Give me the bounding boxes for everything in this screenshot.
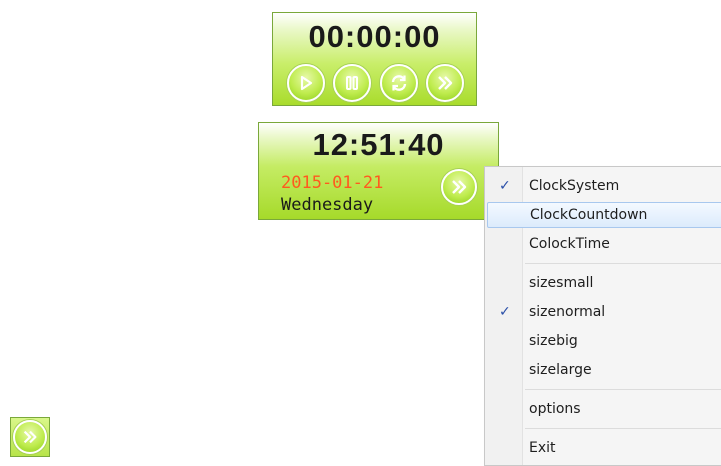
clock-date: 2015-01-21 <box>281 173 384 193</box>
menu-item-label: sizebig <box>529 333 578 349</box>
clock-weekday: Wednesday <box>281 195 374 215</box>
refresh-icon <box>391 75 406 91</box>
context-menu: ✓ ClockSystem ClockCountdown ColockTime … <box>484 166 721 466</box>
menu-separator <box>525 428 721 429</box>
play-icon <box>300 75 313 91</box>
menu-separator <box>525 389 721 390</box>
pause-icon <box>346 76 359 90</box>
stopwatch-time: 00:00:00 <box>308 19 441 54</box>
forward-button[interactable] <box>425 64 464 102</box>
check-icon: ✓ <box>499 178 511 194</box>
pause-button[interactable] <box>333 64 372 102</box>
reset-button[interactable] <box>379 64 418 102</box>
menu-item-label: ColockTime <box>529 236 610 252</box>
menu-item-options[interactable]: options <box>487 396 721 422</box>
menu-item-label: options <box>529 401 581 417</box>
stopwatch-widget: 00:00:00 <box>272 12 477 106</box>
menu-item-label: sizesmall <box>529 275 594 291</box>
menu-item-label: sizelarge <box>529 362 592 378</box>
menu-separator <box>525 263 721 264</box>
clock-menu-button[interactable] <box>441 169 477 205</box>
forward-icon <box>23 430 37 444</box>
clock-widget: 12:51:40 2015-01-21 Wednesday <box>258 122 499 220</box>
forward-icon <box>452 180 467 194</box>
forward-icon <box>438 76 453 90</box>
menu-item-label: Exit <box>529 440 556 456</box>
check-icon: ✓ <box>499 304 511 320</box>
menu-item-exit[interactable]: Exit <box>487 435 721 461</box>
clock-time: 12:51:40 <box>312 127 445 162</box>
play-button[interactable] <box>287 64 325 102</box>
menu-item-colocktime[interactable]: ColockTime <box>487 231 721 257</box>
tray-forward-button[interactable] <box>13 420 47 454</box>
stopwatch-controls <box>287 63 464 103</box>
menu-item-sizelarge[interactable]: sizelarge <box>487 357 721 383</box>
menu-item-clockcountdown[interactable]: ClockCountdown <box>487 202 721 228</box>
tray-icon-button[interactable] <box>10 417 50 457</box>
menu-item-label: sizenormal <box>529 304 606 320</box>
menu-item-sizenormal[interactable]: ✓ sizenormal <box>487 299 721 325</box>
menu-item-clocksystem[interactable]: ✓ ClockSystem <box>487 173 721 199</box>
menu-item-sizebig[interactable]: sizebig <box>487 328 721 354</box>
menu-item-label: ClockSystem <box>529 178 620 194</box>
menu-item-label: ClockCountdown <box>530 207 648 223</box>
menu-item-sizesmall[interactable]: sizesmall <box>487 270 721 296</box>
